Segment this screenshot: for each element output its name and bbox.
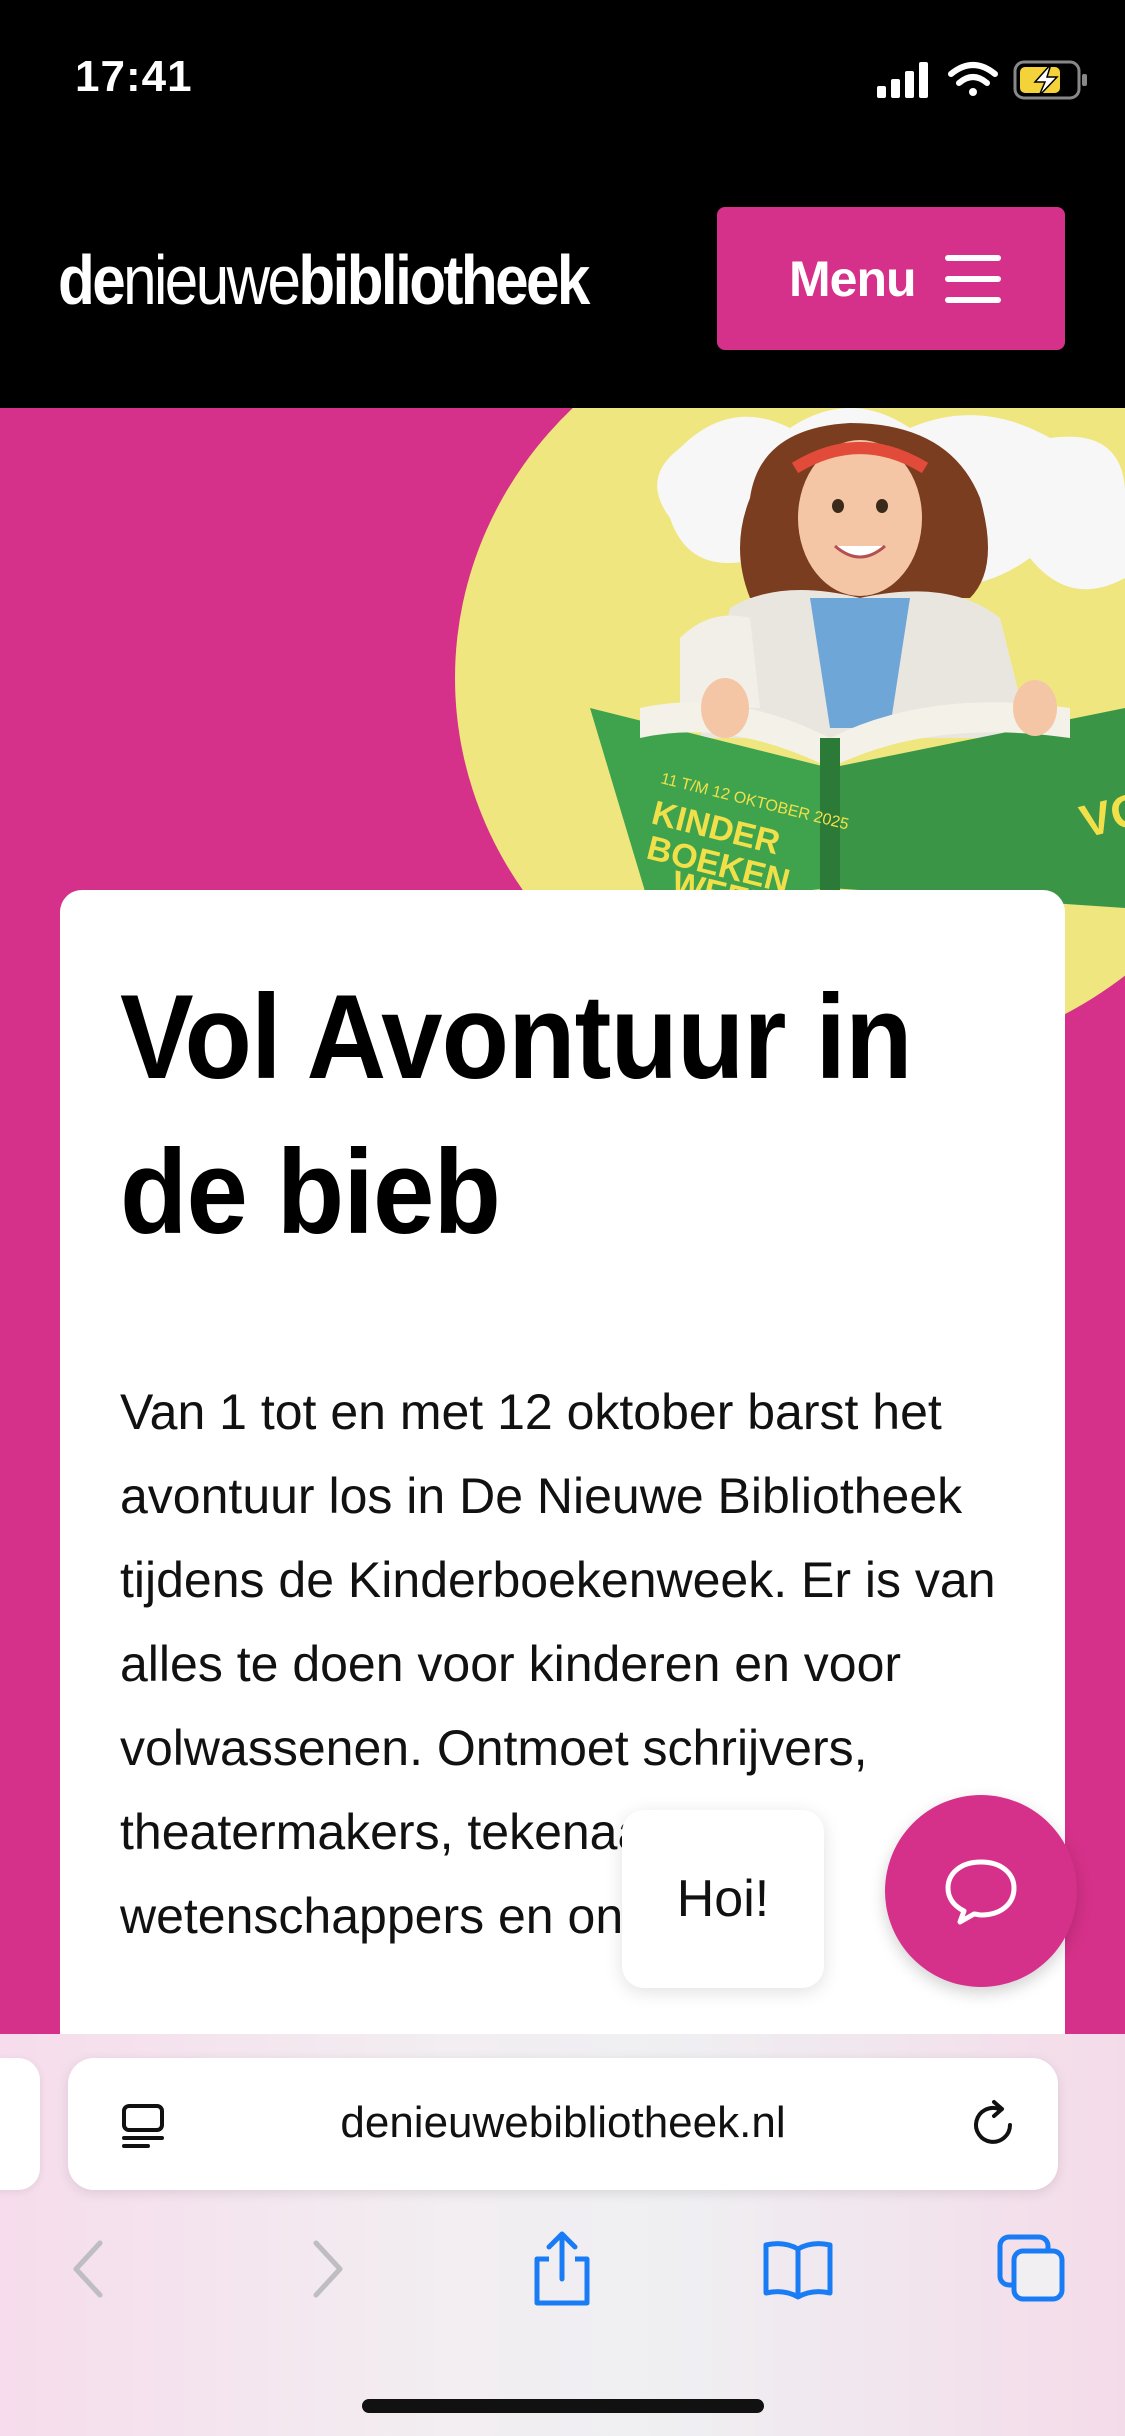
menu-label: Menu: [789, 250, 917, 307]
browser-toolbar: [0, 2229, 1125, 2339]
reload-icon[interactable]: [966, 2098, 1020, 2152]
status-icons: [877, 60, 1087, 100]
logo-part-nieuwe: nieuwe: [123, 241, 301, 319]
article-title: Vol Avontuur in de bieb: [120, 970, 913, 1259]
address-bar[interactable]: denieuwebibliotheek.nl: [68, 2058, 1058, 2190]
logo-part-de: de: [58, 241, 126, 319]
back-icon[interactable]: [48, 2229, 128, 2309]
cellular-icon: [877, 62, 928, 98]
chat-icon: [945, 1859, 1017, 1925]
chat-greeting-bubble[interactable]: Hoi!: [622, 1810, 824, 1988]
home-indicator: [362, 2399, 764, 2413]
hamburger-icon: [945, 255, 1001, 303]
site-header: denieuwebibliotheek Menu: [0, 160, 1125, 408]
site-logo[interactable]: denieuwebibliotheek: [58, 240, 590, 320]
status-time: 17:41: [75, 52, 193, 101]
address-url[interactable]: denieuwebibliotheek.nl: [68, 2098, 1058, 2148]
wifi-icon: [948, 62, 998, 96]
article-body: Van 1 tot en met 12 oktober barst het av…: [120, 1384, 996, 1944]
tabs-icon[interactable]: [992, 2229, 1072, 2309]
chat-button[interactable]: [885, 1795, 1077, 1987]
bookmarks-icon[interactable]: [758, 2229, 838, 2309]
battery-charging-icon: [1013, 60, 1087, 100]
status-bar: 17:41: [0, 0, 1125, 160]
menu-button[interactable]: Menu: [717, 207, 1065, 350]
forward-icon[interactable]: [288, 2229, 368, 2309]
share-icon[interactable]: [522, 2229, 602, 2309]
previous-tab-peek[interactable]: [0, 2058, 40, 2190]
browser-chrome: denieuwebibliotheek.nl: [0, 2034, 1125, 2436]
kinderboekenweek-illustration: 11 T/M 12 OKTOBER 2025 KINDER BOEKEN WEE…: [590, 408, 1125, 908]
logo-part-bibliotheek: bibliotheek: [298, 241, 590, 319]
